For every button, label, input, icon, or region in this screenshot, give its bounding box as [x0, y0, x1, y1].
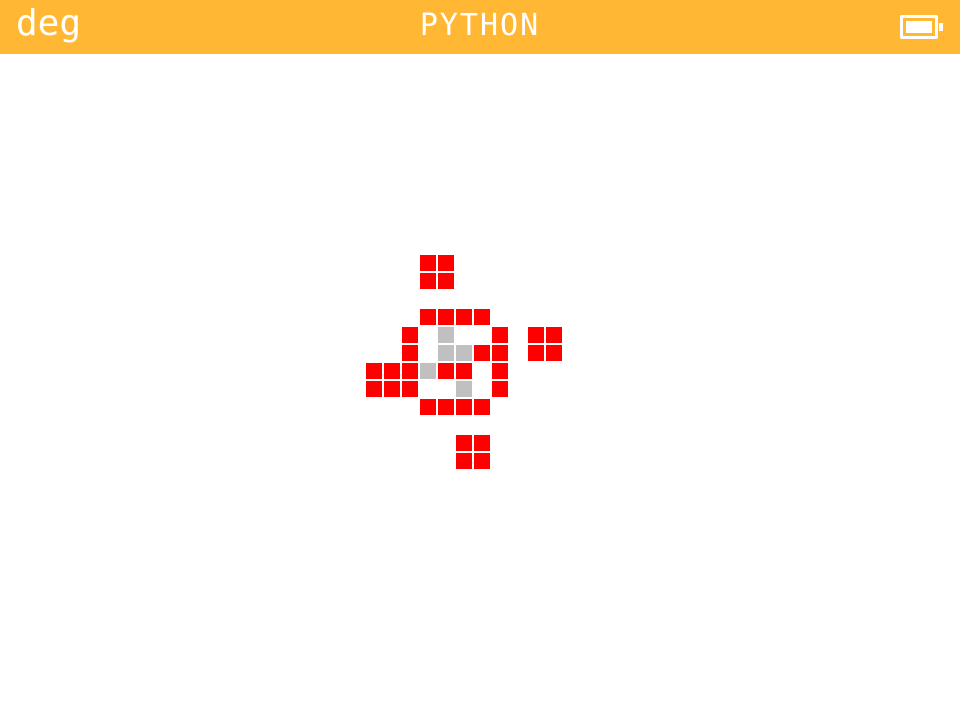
red-cell: [402, 327, 418, 343]
red-cell: [438, 309, 454, 325]
red-cell: [420, 399, 436, 415]
red-cell: [528, 345, 544, 361]
red-cell: [474, 453, 490, 469]
red-cell: [546, 327, 562, 343]
red-cell: [420, 273, 436, 289]
red-cell: [492, 381, 508, 397]
gray-cell: [420, 363, 436, 379]
red-cell: [420, 255, 436, 271]
red-cell: [456, 363, 472, 379]
red-cell: [384, 381, 400, 397]
red-cell: [420, 309, 436, 325]
red-cell: [438, 273, 454, 289]
red-cell: [528, 327, 544, 343]
red-cell: [492, 345, 508, 361]
red-cell: [366, 381, 382, 397]
red-cell: [474, 399, 490, 415]
red-cell: [456, 399, 472, 415]
red-cell: [474, 345, 490, 361]
battery-level: [906, 21, 932, 33]
red-cell: [384, 363, 400, 379]
red-cell: [456, 435, 472, 451]
gray-cell: [456, 381, 472, 397]
red-cell: [402, 363, 418, 379]
red-cell: [492, 363, 508, 379]
red-cell: [456, 309, 472, 325]
red-cell: [402, 381, 418, 397]
gray-cell: [456, 345, 472, 361]
red-cell: [474, 435, 490, 451]
red-cell: [366, 363, 382, 379]
battery-full-icon: [900, 15, 943, 39]
red-cell: [474, 309, 490, 325]
red-cell: [492, 327, 508, 343]
red-cell: [438, 399, 454, 415]
red-cell: [546, 345, 562, 361]
gray-cell: [438, 345, 454, 361]
red-cell: [456, 453, 472, 469]
gray-cell: [438, 327, 454, 343]
drawing-canvas: [0, 54, 960, 720]
red-cell: [402, 345, 418, 361]
red-cell: [438, 363, 454, 379]
app-title: PYTHON: [419, 8, 541, 43]
red-cell: [438, 255, 454, 271]
battery-terminal: [939, 23, 943, 31]
status-bar: deg PYTHON: [0, 0, 960, 54]
